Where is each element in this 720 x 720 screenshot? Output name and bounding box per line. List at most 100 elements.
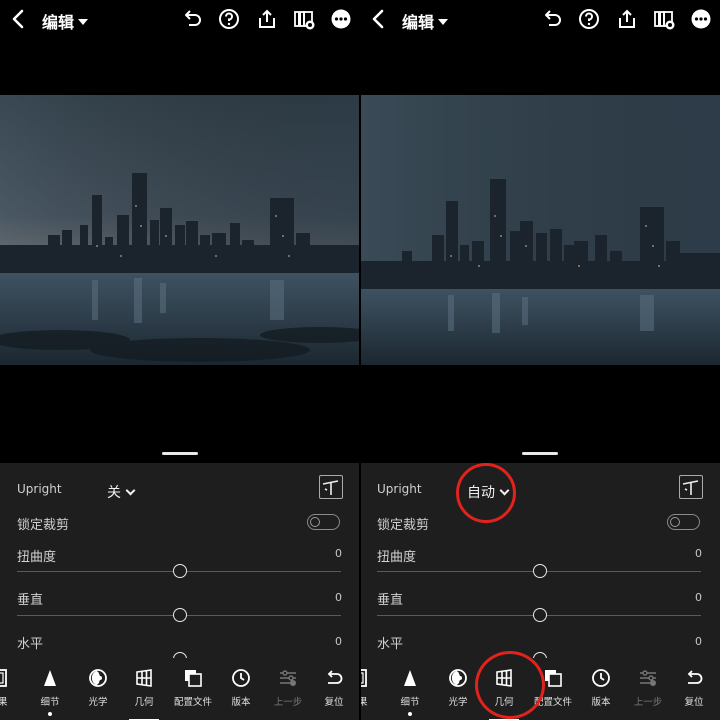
distortion-slider-thumb[interactable]	[173, 564, 187, 578]
guided-upright-button[interactable]	[679, 475, 703, 499]
tool-label: 复位	[324, 697, 344, 708]
undo-icon[interactable]	[181, 8, 203, 30]
vertical-value: 0	[335, 591, 342, 604]
panel-drag-handle[interactable]	[522, 452, 558, 455]
horizontal-value: 0	[335, 635, 342, 648]
tool-reset[interactable]: 复位	[668, 668, 720, 708]
upright-value: 关	[107, 485, 121, 501]
page-title: 编辑	[402, 13, 435, 32]
tool-effects[interactable]: 效果	[360, 668, 384, 708]
bottom-toolbar: 效果 细节 光学 几何 配置文件 版本 上一步 复	[360, 658, 720, 720]
guided-upright-button[interactable]	[319, 475, 343, 499]
compare-icon[interactable]	[653, 8, 675, 30]
versions-icon	[232, 669, 250, 687]
horizontal-label: 水平	[17, 637, 44, 652]
effects-icon	[0, 669, 7, 687]
lock-crop-label: 锁定裁剪	[17, 518, 70, 533]
lock-crop-label: 锁定裁剪	[377, 518, 430, 533]
toggle-knob	[310, 516, 320, 527]
tool-effects[interactable]: 效果	[0, 668, 24, 708]
tool-profiles[interactable]: 配置文件	[527, 668, 579, 708]
tool-optics[interactable]: 光学	[432, 668, 484, 708]
upright-dropdown[interactable]: 关	[107, 482, 136, 502]
split-divider	[359, 0, 361, 720]
compare-icon[interactable]	[293, 8, 315, 30]
optics-icon	[89, 669, 107, 687]
lock-crop-toggle[interactable]	[667, 514, 700, 530]
vertical-label: 垂直	[377, 593, 404, 608]
tool-label: 上一步	[273, 697, 303, 708]
left-screen: 编辑 Upright 关 锁定裁剪 扭曲度 0 垂直 0 水平 0 果 细节 光…	[0, 0, 360, 720]
tool-geometry[interactable]: 几何	[118, 668, 170, 720]
share-icon[interactable]	[256, 8, 278, 30]
horizontal-label: 水平	[377, 637, 404, 652]
tool-detail[interactable]: 细节	[24, 668, 76, 716]
tool-label: 配置文件	[173, 697, 212, 708]
guided-upright-icon	[682, 480, 699, 495]
tool-label: 上一步	[633, 697, 663, 708]
edit-mode-dropdown[interactable]: 编辑	[42, 9, 89, 33]
tool-label: 版本	[591, 697, 611, 708]
distortion-value: 0	[335, 547, 342, 560]
vertical-label: 垂直	[17, 593, 44, 608]
tool-geometry[interactable]: 几何	[478, 668, 530, 720]
chevron-down-icon	[499, 485, 510, 495]
lock-crop-toggle[interactable]	[307, 514, 340, 530]
right-screen: 编辑 Upright 自动 锁定裁剪 扭曲度 0 垂直 0 水平 0 果 细节 …	[360, 0, 720, 720]
upright-label: Upright	[377, 482, 422, 496]
geometry-icon	[136, 669, 152, 687]
tool-label: 几何	[134, 697, 154, 708]
back-icon[interactable]	[10, 8, 28, 30]
undo-icon[interactable]	[541, 8, 563, 30]
help-icon[interactable]	[218, 8, 240, 30]
detail-icon	[404, 670, 416, 686]
photo-preview[interactable]	[360, 95, 720, 365]
tool-label: 光学	[448, 697, 468, 708]
more-icon[interactable]	[330, 8, 352, 30]
previous-settings-icon	[640, 670, 656, 686]
distortion-value: 0	[695, 547, 702, 560]
tool-previous[interactable]: 上一步	[262, 668, 314, 708]
page-title: 编辑	[42, 13, 75, 32]
upright-label: Upright	[17, 482, 62, 496]
tool-label: 细节	[40, 697, 60, 708]
upright-dropdown[interactable]: 自动	[467, 482, 510, 502]
tool-versions[interactable]: 版本	[215, 668, 267, 708]
upright-value: 自动	[467, 485, 495, 501]
detail-icon	[44, 670, 56, 686]
toggle-knob	[670, 516, 680, 527]
profiles-icon	[545, 670, 562, 687]
effects-icon	[360, 669, 367, 687]
tool-versions[interactable]: 版本	[575, 668, 627, 708]
distortion-label: 扭曲度	[377, 550, 417, 565]
vertical-slider-thumb[interactable]	[173, 608, 187, 622]
tool-profiles[interactable]: 配置文件	[167, 668, 219, 708]
back-icon[interactable]	[370, 8, 388, 30]
caret-down-icon	[438, 19, 449, 25]
edit-mode-dropdown[interactable]: 编辑	[402, 9, 449, 33]
chevron-down-icon	[125, 485, 136, 495]
tool-label: 细节	[400, 697, 420, 708]
more-icon[interactable]	[690, 8, 712, 30]
top-bar: 编辑	[360, 0, 720, 40]
tool-previous[interactable]: 上一步	[622, 668, 674, 708]
tool-optics[interactable]: 光学	[72, 668, 124, 708]
top-bar: 编辑	[0, 0, 360, 40]
tool-label: 复位	[684, 697, 704, 708]
tool-reset[interactable]: 复位	[308, 668, 360, 708]
distortion-label: 扭曲度	[17, 550, 57, 565]
help-icon[interactable]	[578, 8, 600, 30]
distortion-slider-thumb[interactable]	[533, 564, 547, 578]
share-icon[interactable]	[616, 8, 638, 30]
panel-drag-handle[interactable]	[162, 452, 198, 455]
photo-preview[interactable]	[0, 95, 360, 365]
geometry-panel: Upright 自动 锁定裁剪 扭曲度 0 垂直 0 水平 0	[360, 463, 720, 666]
vertical-slider-thumb[interactable]	[533, 608, 547, 622]
tool-label: 几何	[494, 697, 514, 708]
reset-icon	[687, 670, 703, 684]
profiles-icon	[185, 670, 202, 687]
tool-detail[interactable]: 细节	[384, 668, 436, 716]
reset-icon	[327, 670, 343, 684]
bottom-toolbar: 效果 细节 光学 几何 配置文件 版本 上一步 复	[0, 658, 360, 720]
caret-down-icon	[78, 19, 89, 25]
